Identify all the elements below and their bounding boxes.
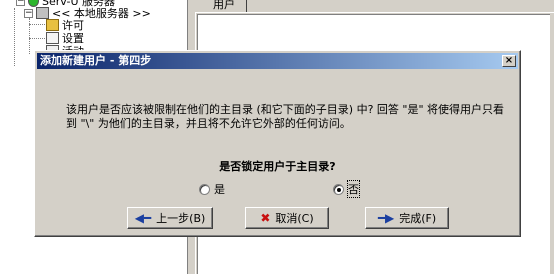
left-arrow-icon: ◀━ bbox=[134, 211, 152, 225]
radio-yes-circle[interactable] bbox=[199, 183, 210, 195]
right-arrow-icon: ━▶ bbox=[377, 211, 395, 225]
close-icon: × bbox=[504, 55, 514, 66]
close-button[interactable]: × bbox=[502, 55, 516, 67]
back-button[interactable]: ◀━ 上一步(B) bbox=[127, 207, 213, 229]
key-icon bbox=[46, 19, 59, 31]
dialog-titlebar[interactable]: 添加新建用户 - 第四步 × bbox=[37, 53, 518, 69]
finish-button[interactable]: ━▶ 完成(F) bbox=[365, 207, 449, 229]
cancel-button-label: 取消(C) bbox=[275, 212, 314, 225]
radio-no-label[interactable]: 否 bbox=[347, 180, 360, 198]
dialog-title: 添加新建用户 - 第四步 bbox=[40, 54, 152, 67]
tree-item-local-server[interactable]: − << 本地服务器 >> bbox=[24, 6, 151, 20]
dialog-description: 该用户是否应该被限制在他们的主目录 (和它下面的子目录) 中? 回答 "是" 将… bbox=[66, 103, 505, 130]
finish-button-label: 完成(F) bbox=[399, 212, 437, 225]
back-button-label: 上一步(B) bbox=[156, 212, 206, 225]
radio-no-circle[interactable] bbox=[333, 183, 344, 195]
red-x-icon: ✖ bbox=[260, 211, 271, 225]
radio-yes[interactable]: 是 bbox=[199, 181, 225, 197]
radio-yes-label[interactable]: 是 bbox=[214, 181, 225, 197]
collapse-icon[interactable]: − bbox=[24, 8, 33, 18]
lock-home-question: 是否锁定用户于主目录? bbox=[219, 160, 336, 173]
tab-users-label: 用户 bbox=[213, 0, 235, 11]
settings-check-icon bbox=[46, 32, 59, 44]
radio-no[interactable]: 否 bbox=[333, 180, 360, 198]
cancel-button[interactable]: ✖ 取消(C) bbox=[245, 207, 329, 229]
add-user-wizard-dialog: 添加新建用户 - 第四步 × 该用户是否应该被限制在他们的主目录 (和它下面的子… bbox=[34, 50, 521, 237]
collapse-icon[interactable]: − bbox=[16, 0, 25, 6]
tab-users[interactable]: 用户 bbox=[209, 0, 247, 12]
